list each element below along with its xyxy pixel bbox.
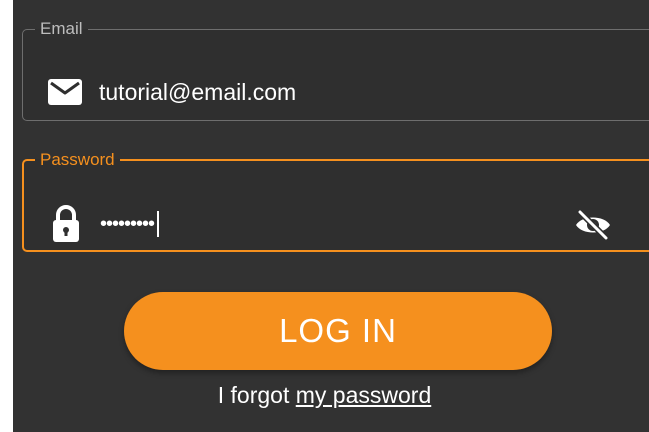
email-label: Email <box>40 19 83 38</box>
password-input[interactable]: ••••••••• <box>100 210 160 238</box>
email-field[interactable]: Email tutorial@email.com <box>22 20 649 121</box>
password-label: Password <box>40 150 115 169</box>
forgot-prefix: I forgot <box>217 382 296 408</box>
forgot-password-link[interactable]: my password <box>296 382 431 408</box>
forgot-password-text: I forgot my password <box>0 382 649 409</box>
password-field[interactable]: Password ••••••••• <box>22 151 649 252</box>
toggle-password-visibility-button[interactable] <box>572 207 614 243</box>
login-button[interactable]: LOG IN <box>124 292 552 370</box>
text-caret <box>157 211 160 237</box>
email-input[interactable]: tutorial@email.com <box>99 79 296 106</box>
password-masked-value: ••••••••• <box>100 212 155 235</box>
eye-off-icon <box>576 210 610 240</box>
lock-icon <box>48 204 84 244</box>
envelope-icon <box>47 77 83 107</box>
